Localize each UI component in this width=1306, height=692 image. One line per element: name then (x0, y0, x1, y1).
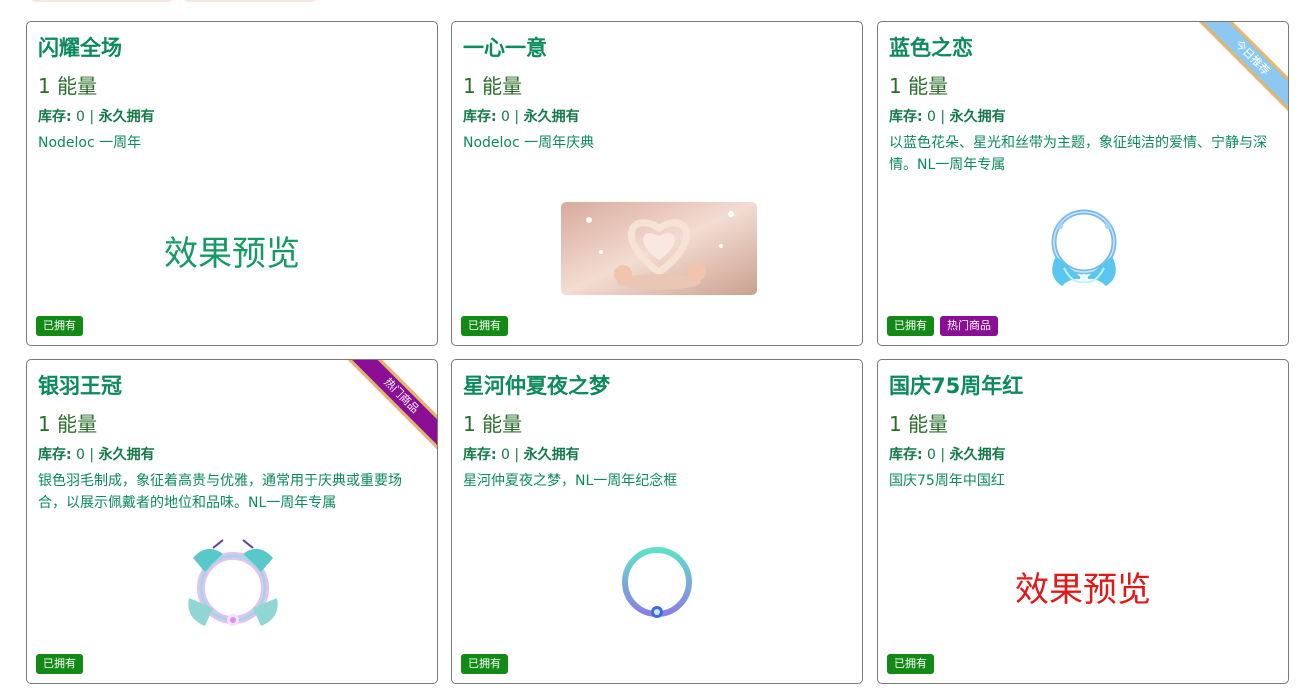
product-card[interactable]: 国庆75周年红 1 能量 库存: 0 | 永久拥有 国庆75周年中国红 效果预览… (877, 359, 1289, 684)
preview-text[interactable]: 效果预览 (878, 562, 1288, 611)
owned-badge: 已拥有 (461, 316, 508, 336)
product-title: 一心一意 (463, 36, 547, 60)
ownership-label: 永久拥有 (523, 109, 580, 125)
product-description: Nodeloc 一周年 (38, 135, 142, 151)
stock-info: 库存: 0 | 永久拥有 (463, 106, 580, 126)
galaxy-ring-frame-image[interactable] (618, 544, 696, 624)
stock-label: 库存: (463, 109, 497, 125)
recommend-ribbon: 今日推荐 (1194, 22, 1288, 116)
ownership-label: 永久拥有 (98, 447, 155, 463)
product-title: 星河仲夏夜之梦 (463, 374, 610, 398)
stock-value: 0 | (71, 109, 99, 125)
preview-text[interactable]: 效果预览 (27, 226, 437, 275)
stock-info: 库存: 0 | 永久拥有 (889, 106, 1006, 126)
stock-label: 库存: (38, 447, 72, 463)
stock-info: 库存: 0 | 永久拥有 (38, 106, 155, 126)
blue-wing-frame-image[interactable] (1042, 206, 1126, 292)
ownership-label: 永久拥有 (949, 109, 1006, 125)
stock-value: 0 | (71, 447, 99, 463)
product-card[interactable]: 蓝色之恋 1 能量 库存: 0 | 永久拥有 以蓝色花朵、星光和丝带为主题，象征… (877, 21, 1289, 346)
product-title: 蓝色之恋 (889, 36, 973, 60)
product-price: 1 能量 (38, 74, 98, 98)
stock-label: 库存: (889, 109, 923, 125)
hot-item-ribbon: 热门商品 (343, 360, 437, 454)
product-card[interactable]: 闪耀全场 1 能量 库存: 0 | 永久拥有 Nodeloc 一周年 效果预览 … (26, 21, 438, 346)
ownership-label: 永久拥有 (98, 109, 155, 125)
previous-row-card-edge (30, 0, 174, 2)
silver-feather-crown-image[interactable] (183, 538, 283, 634)
product-price: 1 能量 (463, 74, 523, 98)
stock-value: 0 | (496, 447, 524, 463)
product-card[interactable]: 一心一意 1 能量 库存: 0 | 永久拥有 Nodeloc 一周年庆典 已拥有 (451, 21, 863, 346)
product-title: 闪耀全场 (38, 36, 122, 60)
previous-row-card-edge (183, 0, 318, 2)
product-description: Nodeloc 一周年庆典 (463, 135, 595, 151)
stock-value: 0 | (922, 109, 950, 125)
owned-badge: 已拥有 (887, 654, 934, 674)
stock-label: 库存: (38, 109, 72, 125)
product-card[interactable]: 银羽王冠 1 能量 库存: 0 | 永久拥有 银色羽毛制成，象征着高贵与优雅，通… (26, 359, 438, 684)
stock-label: 库存: (463, 447, 497, 463)
owned-badge: 已拥有 (36, 316, 83, 336)
hot-item-badge: 热门商品 (940, 316, 998, 336)
product-price: 1 能量 (38, 412, 98, 436)
product-description: 以蓝色花朵、星光和丝带为主题，象征纯洁的爱情、宁静与深情。NL一周年专属 (889, 135, 1267, 173)
corner-ribbon: 今日推荐 (1178, 22, 1288, 132)
stock-value: 0 | (496, 109, 524, 125)
product-title: 国庆75周年红 (889, 374, 1024, 398)
stock-label: 库存: (889, 447, 923, 463)
product-price: 1 能量 (463, 412, 523, 436)
owned-badge: 已拥有 (36, 654, 83, 674)
stock-info: 库存: 0 | 永久拥有 (463, 444, 580, 464)
stock-value: 0 | (922, 447, 950, 463)
heart-arch-image[interactable] (561, 202, 757, 295)
product-price: 1 能量 (889, 74, 949, 98)
owned-badge: 已拥有 (887, 316, 934, 336)
corner-ribbon: 热门商品 (327, 360, 437, 470)
ownership-label: 永久拥有 (523, 447, 580, 463)
product-description: 国庆75周年中国红 (889, 473, 1005, 489)
stock-info: 库存: 0 | 永久拥有 (889, 444, 1006, 464)
stock-info: 库存: 0 | 永久拥有 (38, 444, 155, 464)
owned-badge: 已拥有 (461, 654, 508, 674)
product-description: 星河仲夏夜之梦，NL一周年纪念框 (463, 473, 678, 489)
product-card[interactable]: 星河仲夏夜之梦 1 能量 库存: 0 | 永久拥有 星河仲夏夜之梦，NL一周年纪… (451, 359, 863, 684)
product-price: 1 能量 (889, 412, 949, 436)
ownership-label: 永久拥有 (949, 447, 1006, 463)
product-title: 银羽王冠 (38, 374, 122, 398)
product-description: 银色羽毛制成，象征着高贵与优雅，通常用于庆典或重要场合，以展示佩戴者的地位和品味… (38, 473, 402, 511)
